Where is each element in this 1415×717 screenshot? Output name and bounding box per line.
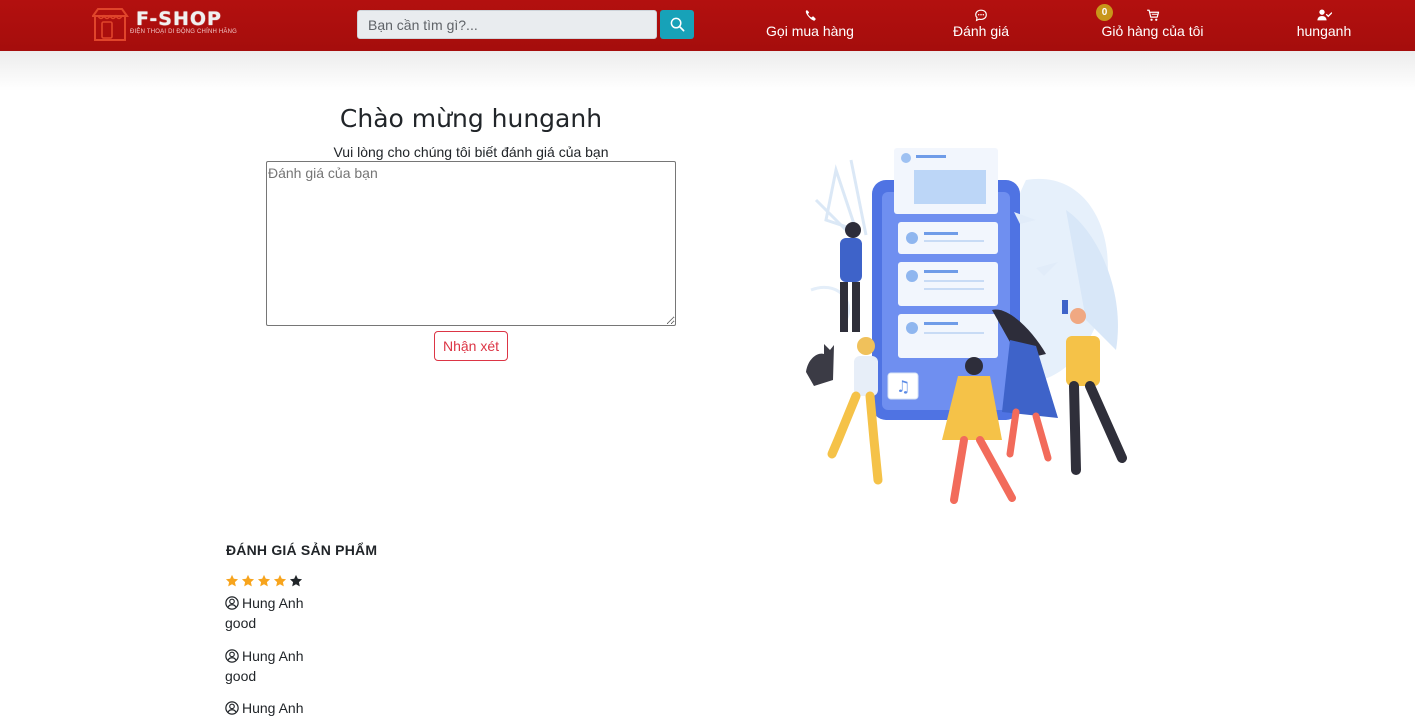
nav-call-to-order[interactable]: Gọi mua hàng bbox=[766, 8, 854, 44]
chat-icon bbox=[975, 9, 987, 21]
search-input[interactable] bbox=[357, 10, 657, 39]
review-author: Hung Anh bbox=[242, 648, 304, 664]
user-circle-icon bbox=[225, 701, 239, 715]
header-shadow-band bbox=[0, 51, 1415, 91]
user-circle-icon bbox=[225, 649, 239, 663]
nav-cart-label: Giỏ hàng của tôi bbox=[1101, 23, 1204, 39]
user-check-icon bbox=[1316, 9, 1332, 21]
nav-user-account[interactable]: hunganh bbox=[1294, 8, 1354, 44]
top-navbar: F-SHOP ĐIỆN THOẠI DI ĐỘNG CHÍNH HÃNG Gọi… bbox=[0, 0, 1415, 51]
search-button[interactable] bbox=[660, 10, 694, 39]
brand-tagline: ĐIỆN THOẠI DI ĐỘNG CHÍNH HÃNG bbox=[130, 29, 238, 35]
search-icon bbox=[670, 17, 684, 32]
review-item: Hung Anh good bbox=[225, 647, 425, 685]
nav-username: hunganh bbox=[1296, 23, 1352, 39]
phone-icon bbox=[805, 9, 816, 21]
nav-call-label: Gọi mua hàng bbox=[766, 23, 854, 39]
star-filled-icon bbox=[225, 574, 239, 587]
rating-stars bbox=[225, 574, 303, 588]
nav-review-label: Đánh giá bbox=[952, 23, 1010, 39]
brand-name: F-SHOP bbox=[136, 8, 222, 30]
svg-text:♫: ♫ bbox=[896, 377, 910, 396]
review-textarea[interactable] bbox=[266, 161, 676, 326]
review-author: Hung Anh bbox=[242, 700, 304, 716]
product-reviews-heading: ĐÁNH GIÁ SẢN PHẨM bbox=[226, 542, 378, 558]
star-filled-icon bbox=[241, 574, 255, 587]
cart-count-badge: 0 bbox=[1096, 4, 1113, 21]
review-comment: good bbox=[225, 615, 257, 631]
shop-logo-icon bbox=[92, 8, 129, 41]
welcome-heading: Chào mừng hunganh bbox=[339, 104, 603, 133]
review-prompt: Vui lòng cho chúng tôi biết đánh giá của… bbox=[333, 144, 609, 160]
review-author: Hung Anh bbox=[242, 595, 304, 611]
review-item: Hung Anh good bbox=[225, 594, 425, 632]
star-empty-icon bbox=[289, 574, 303, 587]
nav-my-cart[interactable]: Giỏ hàng của tôi bbox=[1100, 8, 1205, 44]
star-filled-icon bbox=[257, 574, 271, 587]
user-circle-icon bbox=[225, 596, 239, 610]
submit-review-button[interactable]: Nhận xét bbox=[434, 331, 508, 361]
shop-logo[interactable]: F-SHOP ĐIỆN THOẠI DI ĐỘNG CHÍNH HÃNG bbox=[92, 7, 252, 43]
nav-review[interactable]: Đánh giá bbox=[950, 8, 1012, 44]
review-item: Hung Anh bbox=[225, 699, 425, 717]
people-social-feed-illustration: ♫ bbox=[806, 148, 1127, 504]
cart-icon bbox=[1146, 9, 1159, 21]
review-comment: good bbox=[225, 668, 257, 684]
star-filled-icon bbox=[273, 574, 287, 587]
